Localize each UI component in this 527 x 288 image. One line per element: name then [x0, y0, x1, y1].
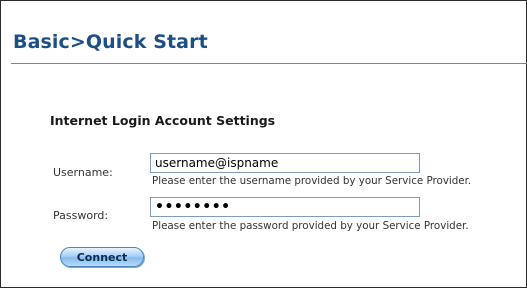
password-input[interactable]: [150, 197, 420, 217]
username-label: Username:: [53, 166, 113, 179]
quick-start-panel: Basic>Quick Start Internet Login Account…: [0, 0, 527, 288]
page-title: Basic>Quick Start: [13, 31, 208, 53]
username-input[interactable]: [150, 153, 420, 173]
title-divider: [11, 63, 527, 64]
connect-button[interactable]: Connect: [60, 247, 144, 267]
password-label: Password:: [53, 209, 109, 222]
section-heading: Internet Login Account Settings: [50, 113, 276, 128]
username-hint: Please enter the username provided by yo…: [152, 175, 472, 187]
password-hint: Please enter the password provided by yo…: [152, 220, 469, 232]
